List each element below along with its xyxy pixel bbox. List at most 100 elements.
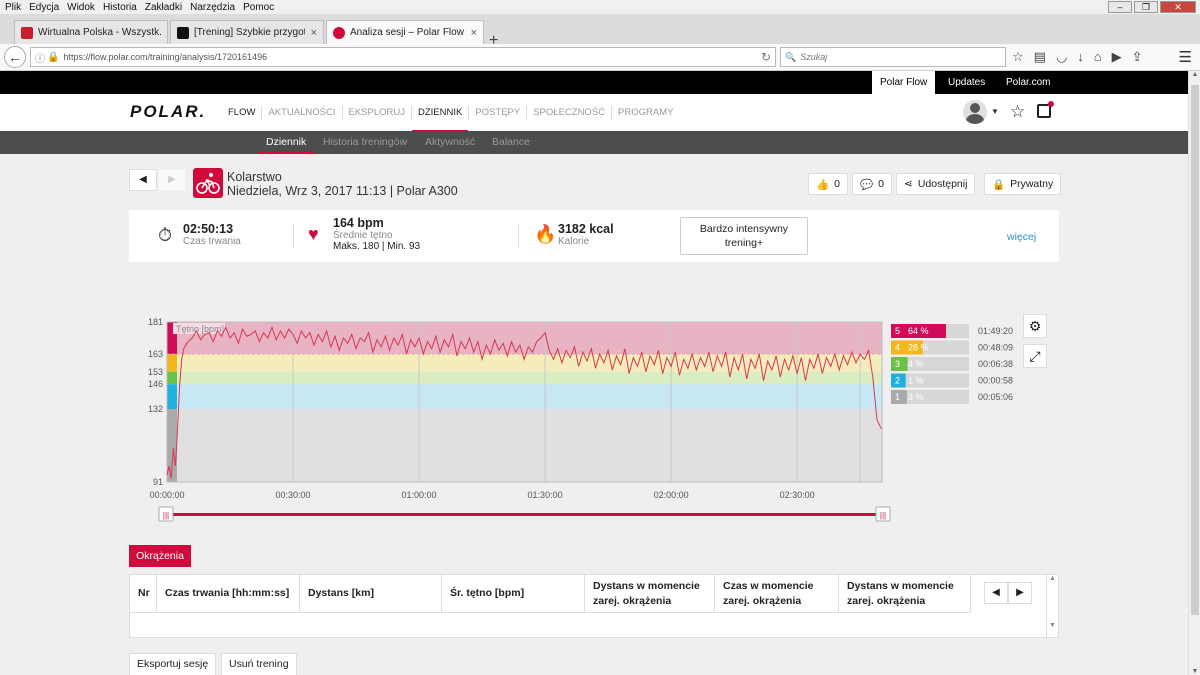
polar-logo[interactable]: POLAR.	[130, 102, 206, 122]
page-scrollbar[interactable]: ▲ ▼	[1188, 71, 1200, 675]
laps-table-header: Nr Czas trwania [hh:mm:ss] Dystans [km] …	[130, 575, 971, 613]
expand-icon[interactable]: ⤢	[1023, 344, 1047, 368]
nav-postepy[interactable]: POSTĘPY	[468, 105, 526, 120]
browser-tab-wp[interactable]: Wirtualna Polska - Wszystk...	[14, 20, 168, 44]
sub-nav: Dziennik Historia treningów Aktywność Ba…	[0, 131, 1188, 154]
menu-view[interactable]: Widok	[67, 2, 95, 13]
flame-icon: 🔥	[534, 224, 557, 244]
subnav-balance[interactable]: Balance	[492, 131, 530, 154]
back-button[interactable]: ←	[4, 46, 26, 68]
nav-aktualnosci[interactable]: AKTUALNOŚCI	[261, 105, 341, 120]
scroll-up-icon[interactable]: ▲	[1047, 575, 1058, 582]
y-tick-label: 163	[148, 349, 163, 359]
chevron-down-icon[interactable]: ▼	[991, 107, 999, 116]
bookmark-star-icon[interactable]: ☆	[1012, 49, 1024, 65]
col-lap-time[interactable]: Czas w momencie zarej. okrążenia	[715, 575, 839, 612]
training-benefit-button[interactable]: Bardzo intensywny trening+	[680, 217, 808, 255]
sync-icon[interactable]	[1037, 101, 1054, 118]
nav-flow[interactable]: FLOW	[222, 106, 261, 120]
favorites-star-icon[interactable]: ☆	[1010, 102, 1025, 122]
privacy-button[interactable]: 🔒 Prywatny	[984, 173, 1062, 195]
scroll-down-icon[interactable]: ▼	[1047, 622, 1058, 629]
settings-gear-icon[interactable]: ⚙	[1023, 314, 1047, 338]
laps-prev-columns-button[interactable]: ◀	[984, 582, 1008, 604]
browser-tab-trening[interactable]: [Trening] Szybkie przygoto... ×	[170, 20, 324, 44]
menu-tools[interactable]: Narzędzia	[190, 2, 235, 13]
tab-laps[interactable]: Okrążenia	[129, 545, 191, 567]
laps-next-columns-button[interactable]: ▶	[1008, 582, 1032, 604]
youtube-icon[interactable]: ▶	[1112, 49, 1122, 65]
zone-number: 1	[895, 392, 900, 402]
hamburger-menu-icon[interactable]: ☰	[1179, 48, 1192, 66]
privacy-label: Prywatny	[1010, 178, 1054, 190]
nav-spolecznosc[interactable]: SPOŁECZNOŚĆ	[526, 105, 611, 120]
browser-tab-polar[interactable]: Analiza sesji – Polar Flow ×	[326, 20, 484, 44]
avatar[interactable]	[963, 100, 987, 124]
nav-programy[interactable]: PROGRAMY	[611, 105, 679, 120]
lock-icon: 🔒	[47, 51, 60, 63]
maximize-icon[interactable]: ❐	[1134, 1, 1158, 13]
tab-close-icon[interactable]: ×	[471, 27, 477, 39]
laps-scrollbar[interactable]: ▲ ▼	[1046, 575, 1058, 637]
menu-help[interactable]: Pomoc	[243, 2, 274, 13]
col-avg-hr[interactable]: Śr. tętno [bpm]	[442, 575, 585, 612]
tab-close-icon[interactable]: ×	[311, 27, 317, 39]
laps-table: Nr Czas trwania [hh:mm:ss] Dystans [km] …	[129, 574, 1059, 638]
window-controls: – ❐ ✕	[1108, 1, 1196, 13]
col-distance[interactable]: Dystans [km]	[300, 575, 442, 612]
home-icon[interactable]: ⌂	[1094, 49, 1102, 65]
duration-value: 02:50:13	[183, 222, 234, 236]
nav-eksploruj[interactable]: EKSPLORUJ	[341, 105, 412, 120]
col-nr[interactable]: Nr	[130, 575, 157, 612]
subnav-aktywnosc[interactable]: Aktywność	[425, 131, 475, 154]
browser-tabbar: Wirtualna Polska - Wszystk... [Trening] …	[0, 14, 1200, 49]
menu-history[interactable]: Historia	[103, 2, 137, 13]
reading-list-icon[interactable]: ▤	[1034, 49, 1046, 65]
nav-dziennik[interactable]: DZIENNIK	[411, 105, 469, 132]
subnav-dziennik[interactable]: Dziennik	[257, 131, 315, 154]
url-bar[interactable]: ⓘ 🔒 https://flow.polar.com/training/anal…	[30, 47, 776, 67]
zone-legend-bar-1	[905, 390, 907, 404]
pocket-icon[interactable]: ◡	[1056, 49, 1067, 65]
close-window-icon[interactable]: ✕	[1160, 1, 1196, 13]
scroll-up-icon[interactable]: ▲	[1189, 71, 1200, 78]
scrollbar-thumb[interactable]	[1191, 85, 1199, 615]
share-icon[interactable]: ⇪	[1132, 49, 1143, 65]
menu-edit[interactable]: Edycja	[29, 2, 59, 13]
range-slider-track[interactable]	[167, 513, 882, 516]
col-lap-distance-2[interactable]: Dystans w momencie zarej. okrążenia	[839, 575, 971, 612]
next-session-button[interactable]: ▶	[158, 169, 186, 191]
like-button[interactable]: 👍 0	[808, 173, 848, 195]
delete-training-button[interactable]: Usuń trening	[221, 653, 297, 675]
url-text[interactable]: https://flow.polar.com/training/analysis…	[63, 52, 757, 62]
zone-percent: 3 %	[908, 392, 924, 402]
session-summary: ⏱ 02:50:13 Czas trwania ♥ 164 bpm Średni…	[129, 210, 1059, 262]
previous-session-button[interactable]: ◀	[129, 169, 157, 191]
col-lap-distance[interactable]: Dystans w momencie zarej. okrążenia	[585, 575, 715, 612]
subnav-historia[interactable]: Historia treningów	[323, 131, 407, 154]
search-input[interactable]: 🔍 Szukaj	[780, 47, 1006, 67]
download-icon[interactable]: ↓	[1077, 49, 1084, 65]
info-icon[interactable]: ⓘ	[35, 50, 45, 65]
y-tick-label: 132	[148, 404, 163, 414]
menu-file[interactable]: Plik	[5, 2, 21, 13]
export-session-button[interactable]: Eksportuj sesję	[129, 653, 217, 675]
zone-time: 00:06:38	[978, 359, 1013, 369]
scroll-down-icon[interactable]: ▼	[1189, 668, 1200, 675]
share-button[interactable]: ⋖ Udostępnij	[896, 173, 976, 195]
zone-number: 3	[895, 359, 900, 369]
topbar-polar-com[interactable]: Polar.com	[998, 71, 1058, 94]
menu-bookmarks[interactable]: Zakładki	[145, 2, 182, 13]
topbar-polar-flow[interactable]: Polar Flow	[872, 71, 936, 94]
topbar-updates[interactable]: Updates	[940, 71, 993, 94]
hr-chart[interactable]: Tętno [bpm]1811631531461329100:00:00 00:3…	[0, 300, 1188, 530]
hr-minmax: Maks. 180 | Min. 93	[333, 241, 421, 252]
minimize-icon[interactable]: –	[1108, 1, 1132, 13]
reload-icon[interactable]: ↻	[757, 50, 775, 64]
thumbs-up-icon: 👍	[816, 178, 830, 191]
comment-button[interactable]: 💬 0	[852, 173, 892, 195]
more-link[interactable]: więcej	[1007, 231, 1036, 243]
col-duration[interactable]: Czas trwania [hh:mm:ss]	[157, 575, 300, 612]
x-tick-label: 02:30:00	[780, 490, 815, 500]
y-tick-label: 153	[148, 367, 163, 377]
